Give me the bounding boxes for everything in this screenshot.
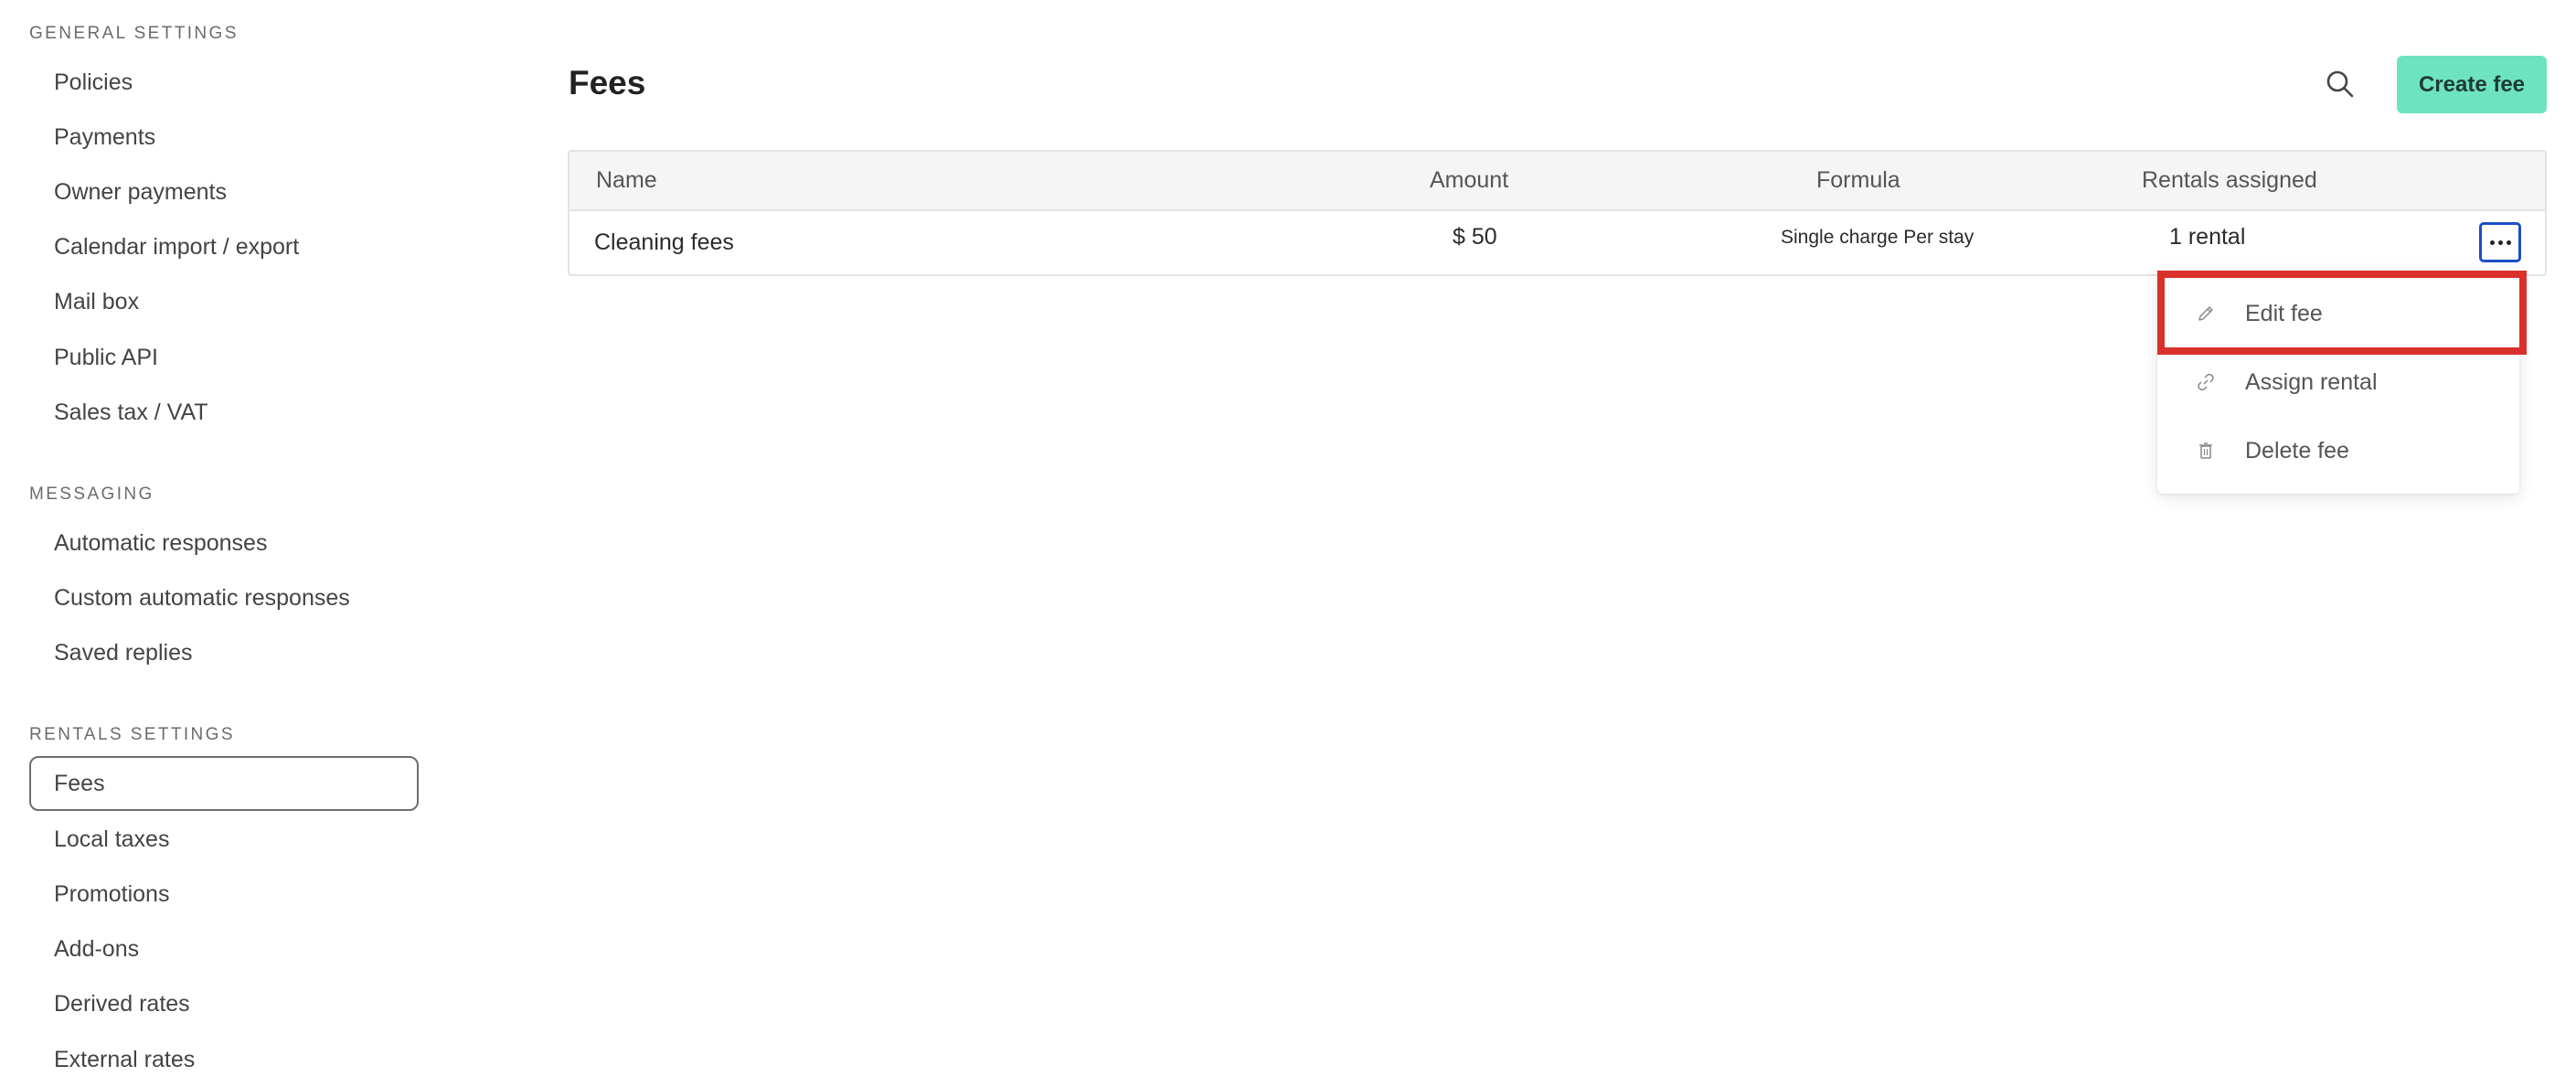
more-icon xyxy=(2488,240,2513,245)
search-button[interactable] xyxy=(2322,66,2358,102)
page-title: Fees xyxy=(569,64,646,101)
row-actions-button[interactable] xyxy=(2479,222,2521,262)
create-fee-button[interactable]: Create fee xyxy=(2397,56,2547,113)
sidebar-item-payments[interactable]: Payments xyxy=(29,110,419,165)
sidebar-item-owner-payments[interactable]: Owner payments xyxy=(29,165,419,219)
menu-item-delete-fee[interactable]: Delete fee xyxy=(2157,417,2519,485)
menu-item-assign-rental[interactable]: Assign rental xyxy=(2157,348,2519,416)
table-header: Name Amount Formula Rentals assigned xyxy=(569,152,2545,211)
sidebar-item-saved-replies[interactable]: Saved replies xyxy=(29,625,419,680)
column-header-formula: Formula xyxy=(1816,167,1900,193)
menu-item-label: Assign rental xyxy=(2245,369,2378,395)
cell-fee-formula: Single charge Per stay xyxy=(1781,227,1975,248)
cell-fee-amount: $ 50 xyxy=(1453,224,1497,250)
sidebar-item-fees[interactable]: Fees xyxy=(29,756,419,811)
search-icon xyxy=(2326,70,2354,98)
sidebar-item-add-ons[interactable]: Add-ons xyxy=(29,922,419,976)
sidebar-item-calendar-import-export[interactable]: Calendar import / export xyxy=(29,219,419,274)
sidebar-item-automatic-responses[interactable]: Automatic responses xyxy=(29,516,419,570)
sidebar-item-mail-box[interactable]: Mail box xyxy=(29,274,419,329)
menu-item-edit-fee[interactable]: Edit fee xyxy=(2157,280,2519,347)
cell-fee-name: Cleaning fees xyxy=(594,229,734,255)
sidebar-item-sales-tax-vat[interactable]: Sales tax / VAT xyxy=(29,385,419,440)
settings-sidebar: GENERAL SETTINGS Policies Payments Owner… xyxy=(0,0,430,1082)
row-actions-menu: Edit fee Assign rental Delete fee xyxy=(2157,271,2519,494)
sidebar-item-external-rates[interactable]: External rates xyxy=(29,1032,419,1087)
section-title-rentals: RENTALS SETTINGS xyxy=(29,725,235,744)
pencil-icon xyxy=(2198,306,2213,321)
sidebar-item-public-api[interactable]: Public API xyxy=(29,330,419,385)
link-icon xyxy=(2198,373,2214,391)
column-header-name: Name xyxy=(596,167,657,193)
sidebar-item-policies[interactable]: Policies xyxy=(29,55,419,110)
menu-item-label: Edit fee xyxy=(2245,301,2323,326)
sidebar-item-local-taxes[interactable]: Local taxes xyxy=(29,812,419,867)
sidebar-item-custom-automatic-responses[interactable]: Custom automatic responses xyxy=(29,570,419,625)
trash-icon xyxy=(2199,442,2212,459)
section-title-general: GENERAL SETTINGS xyxy=(29,24,239,43)
column-header-amount: Amount xyxy=(1430,167,1509,193)
section-title-messaging: MESSAGING xyxy=(29,485,154,504)
menu-item-label: Delete fee xyxy=(2245,438,2349,464)
column-header-rentals-assigned: Rentals assigned xyxy=(2142,167,2317,193)
sidebar-item-promotions[interactable]: Promotions xyxy=(29,867,419,922)
fees-table: Name Amount Formula Rentals assigned Cle… xyxy=(568,150,2547,276)
sidebar-item-derived-rates[interactable]: Derived rates xyxy=(29,976,419,1031)
cell-rentals-assigned: 1 rental xyxy=(2169,224,2246,250)
